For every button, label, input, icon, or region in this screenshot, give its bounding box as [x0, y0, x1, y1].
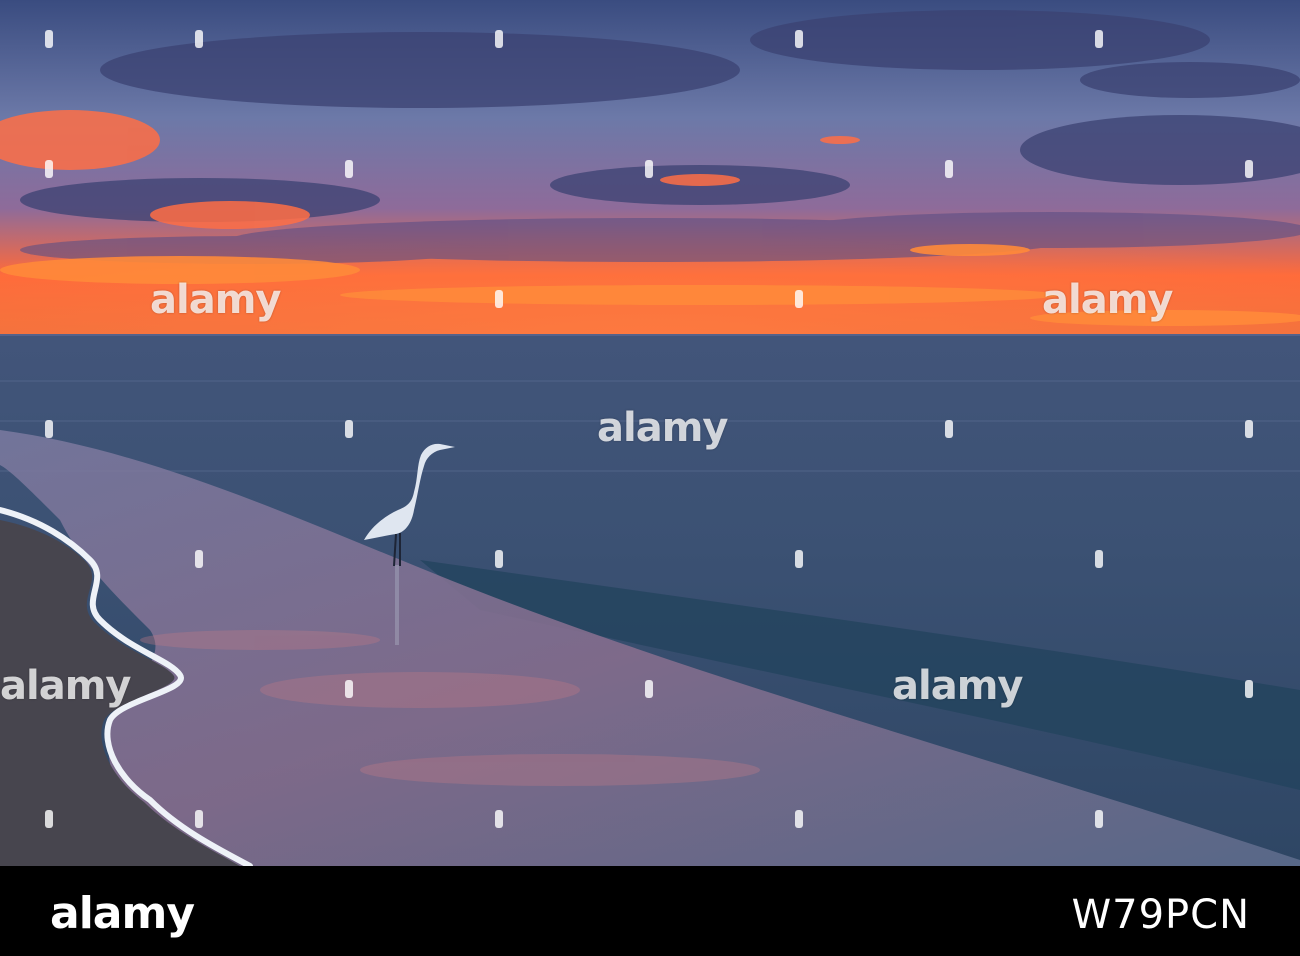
watermark-mark [195, 30, 203, 48]
watermark-mark [795, 810, 803, 828]
sunset-beach-photo: alamy alamy alamy alamy alamy [0, 0, 1300, 866]
watermark-mark [45, 420, 53, 438]
watermark-mark [495, 30, 503, 48]
watermark-mark [495, 550, 503, 568]
watermark-text: alamy [1042, 277, 1173, 323]
watermark-mark [945, 160, 953, 178]
watermark-text: alamy [892, 663, 1023, 709]
watermark-mark [45, 810, 53, 828]
watermark-mark [1245, 160, 1253, 178]
watermark-mark [945, 420, 953, 438]
watermark-mark [795, 290, 803, 308]
watermark-text: alamy [597, 405, 728, 451]
watermark-text: alamy [0, 663, 131, 709]
watermark-mark [195, 810, 203, 828]
watermark-mark [795, 30, 803, 48]
image-id: W79PCN [1071, 892, 1250, 938]
watermark-mark [645, 160, 653, 178]
watermark-mark [345, 160, 353, 178]
watermark-mark [1095, 810, 1103, 828]
watermark-mark [495, 810, 503, 828]
watermark-mark [1245, 420, 1253, 438]
watermark-mark [195, 550, 203, 568]
watermark-mark [1095, 30, 1103, 48]
watermark-mark [45, 160, 53, 178]
watermark-mark [345, 680, 353, 698]
alamy-logo: alamy [50, 888, 195, 939]
watermark-mark [345, 420, 353, 438]
watermark-mark [645, 680, 653, 698]
watermark-mark [795, 550, 803, 568]
watermark-text: alamy [150, 277, 281, 323]
watermark-mark [45, 30, 53, 48]
watermark-mark [1095, 550, 1103, 568]
stock-footer-bar: alamy W79PCN [0, 866, 1300, 956]
watermark-mark [1245, 680, 1253, 698]
watermark-mark [495, 290, 503, 308]
